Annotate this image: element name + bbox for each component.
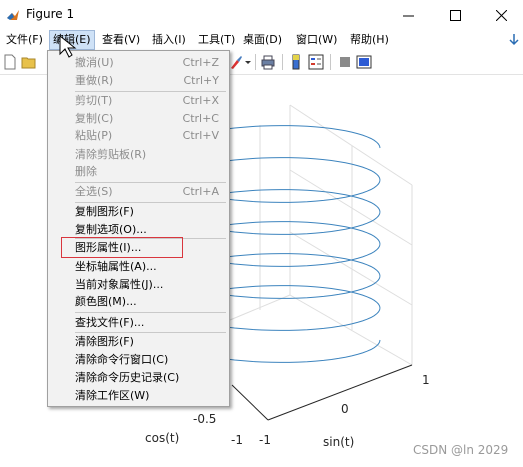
- y-tick-label: 0: [341, 402, 349, 416]
- close-icon: [495, 9, 507, 21]
- grid-line: [289, 104, 413, 186]
- x-axis-line: [231, 384, 269, 421]
- new-figure-icon[interactable]: [2, 54, 18, 70]
- axes-box: [229, 104, 413, 366]
- print-icon[interactable]: [260, 54, 276, 70]
- dock-arrow-icon[interactable]: [508, 33, 520, 47]
- menu-window[interactable]: 窗口(W): [293, 32, 340, 48]
- menu-item-current-object-properties[interactable]: 当前对象属性(J)...: [48, 276, 229, 294]
- menu-insert[interactable]: 插入(I): [149, 32, 189, 48]
- minimize-button[interactable]: [385, 0, 431, 30]
- watermark: CSDN @ln 2029: [413, 443, 509, 457]
- window-title: Figure 1: [26, 7, 75, 21]
- menu-item-copy-figure[interactable]: 复制图形(F): [48, 203, 229, 221]
- menu-item-axes-properties[interactable]: 坐标轴属性(A)...: [48, 258, 229, 276]
- menu-item-find-files[interactable]: 查找文件(F)...: [48, 314, 229, 332]
- maximize-button[interactable]: [432, 0, 478, 30]
- dropdown-arrow-icon[interactable]: [244, 54, 252, 70]
- axis-lines: [231, 364, 413, 421]
- menu-item-copy[interactable]: 复制(C) Ctrl+C: [48, 110, 229, 128]
- grid-line: [289, 231, 413, 306]
- highlight-annotation: [61, 237, 183, 258]
- menu-item-clear-command-history[interactable]: 清除命令历史记录(C): [48, 369, 229, 387]
- y-tick-label: -1: [259, 433, 271, 447]
- title-bar: Figure 1: [0, 0, 523, 30]
- menu-item-clear-figure[interactable]: 清除图形(F): [48, 333, 229, 351]
- menu-item-delete[interactable]: 删除: [48, 163, 229, 181]
- toolbar-separator: [255, 54, 256, 70]
- menu-desktop[interactable]: 桌面(D): [240, 32, 285, 48]
- x-axis-label: cos(t): [145, 431, 179, 445]
- x-tick-label: -0.5: [193, 412, 216, 426]
- colorbar-icon[interactable]: [288, 54, 304, 70]
- toolbar-separator: [282, 54, 283, 70]
- mouse-cursor-icon: [59, 34, 77, 58]
- show-plot-tools-icon[interactable]: [356, 54, 372, 70]
- toolbar-separator: [330, 54, 331, 70]
- menu-item-clear-clipboard[interactable]: 清除剪贴板(R): [48, 146, 229, 164]
- open-file-icon[interactable]: [21, 54, 37, 70]
- close-button[interactable]: [478, 0, 523, 30]
- x-tick-label: -1: [231, 433, 243, 447]
- menu-item-redo[interactable]: 重做(R) Ctrl+Y: [48, 72, 229, 90]
- y-axis-line: [267, 364, 413, 421]
- y-axis-label: sin(t): [323, 435, 354, 449]
- hide-plot-tools-icon[interactable]: [337, 54, 353, 70]
- menu-help[interactable]: 帮助(H): [347, 32, 392, 48]
- brush-icon[interactable]: [228, 54, 244, 70]
- menu-item-clear-command-window[interactable]: 清除命令行窗口(C): [48, 351, 229, 369]
- legend-icon[interactable]: [308, 54, 324, 70]
- y-tick-label: 1: [422, 373, 430, 387]
- menu-tools[interactable]: 工具(T): [195, 32, 238, 48]
- menu-file[interactable]: 文件(F): [3, 32, 46, 48]
- maximize-icon: [449, 9, 461, 21]
- menu-item-paste[interactable]: 粘贴(P) Ctrl+V: [48, 127, 229, 145]
- menu-item-select-all[interactable]: 全选(S) Ctrl+A: [48, 183, 229, 201]
- minimize-icon: [402, 15, 414, 16]
- menu-separator: [75, 312, 226, 313]
- menu-view[interactable]: 查看(V): [99, 32, 143, 48]
- menu-item-colormap[interactable]: 颜色图(M)...: [48, 293, 229, 311]
- menu-item-cut[interactable]: 剪切(T) Ctrl+X: [48, 92, 229, 110]
- menu-item-clear-workspace[interactable]: 清除工作区(W): [48, 387, 229, 405]
- edit-menu-dropdown: 撤消(U) Ctrl+Z 重做(R) Ctrl+Y 剪切(T) Ctrl+X 复…: [47, 50, 230, 407]
- matlab-logo-icon: [7, 10, 19, 20]
